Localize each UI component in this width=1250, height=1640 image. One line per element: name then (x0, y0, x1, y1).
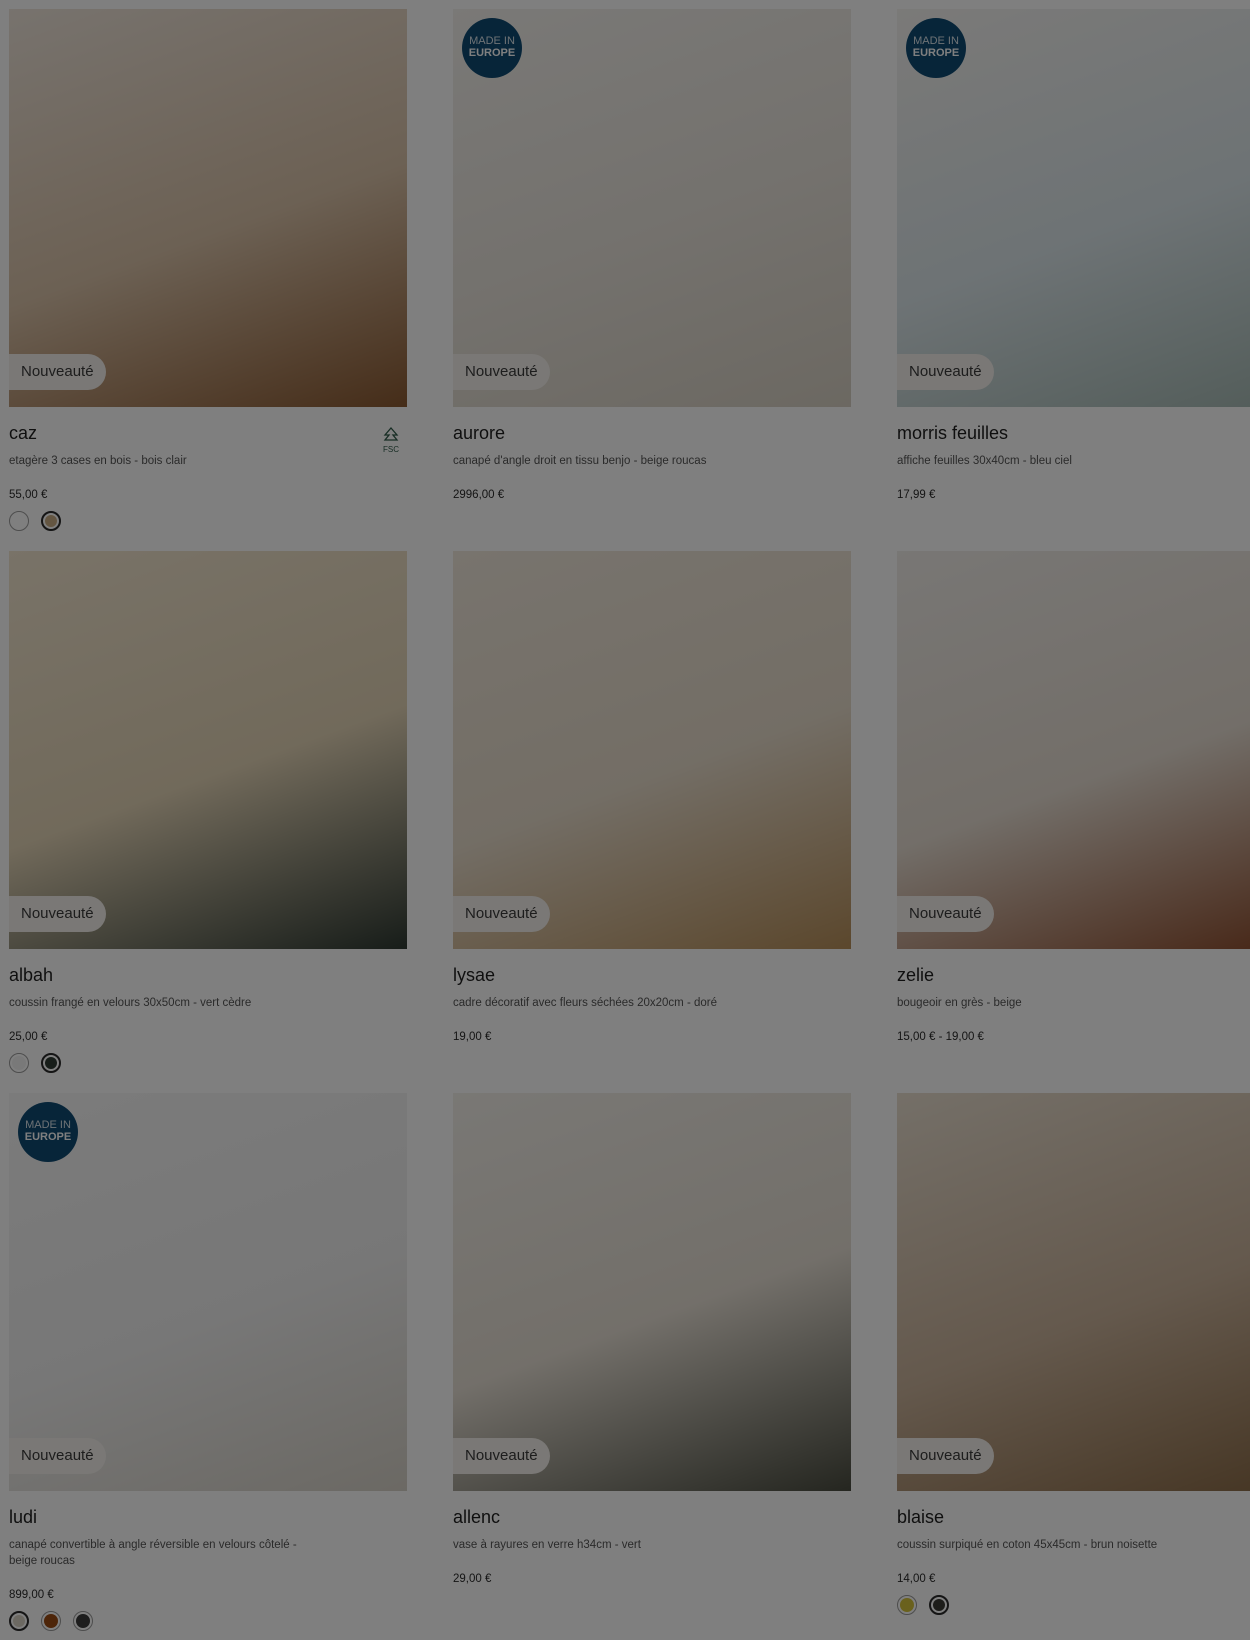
new-badge: Nouveauté (897, 354, 994, 390)
product-description: affiche feuilles 30x40cm - bleu ciel (897, 455, 1072, 467)
new-badge: Nouveauté (897, 896, 994, 932)
product-card[interactable]: Nouveauté FSC caz etagère 3 cases en bois -… (9, 9, 407, 551)
color-swatch[interactable] (9, 511, 29, 531)
new-badge: Nouveauté (453, 1438, 550, 1474)
product-description: etagère 3 cases en bois - bois clair (9, 455, 187, 467)
made-in-label: MADE IN (913, 35, 959, 47)
product-name[interactable]: ludi (9, 1507, 37, 1528)
product-price: 2996,00 € (453, 489, 505, 501)
product-name[interactable]: zelie (897, 965, 934, 986)
europe-label: EUROPE (468, 47, 516, 59)
product-name[interactable]: albah (9, 965, 53, 986)
product-description: bougeoir en grès - beige (897, 997, 1022, 1009)
product-price: 25,00 € (9, 1031, 48, 1043)
product-description: cadre décoratif avec fleurs séchées 20x2… (453, 997, 717, 1009)
product-card[interactable]: Nouveauté lysae cadre décoratif avec fleur… (453, 551, 851, 1093)
product-card[interactable]: MADE IN EUROPE Nouveauté ludi canapé convert… (9, 1093, 407, 1635)
product-card[interactable]: MADE IN EUROPE Nouveauté morris feuilles aff… (897, 9, 1250, 551)
product-image[interactable]: Nouveauté (9, 551, 407, 949)
color-swatch[interactable] (897, 1595, 917, 1615)
color-swatch[interactable] (9, 1611, 29, 1631)
made-in-europe-badge: MADE IN EUROPE (462, 18, 522, 78)
europe-label: EUROPE (24, 1131, 72, 1143)
color-swatches (9, 1611, 93, 1631)
product-card[interactable]: MADE IN EUROPE Nouveauté aurore canapé d'ang… (453, 9, 851, 551)
product-name[interactable]: caz (9, 423, 37, 444)
new-badge: Nouveauté (453, 354, 550, 390)
product-description: coussin frangé en velours 30x50cm - vert… (9, 997, 252, 1009)
product-price: 19,00 € (453, 1031, 492, 1043)
product-image[interactable]: MADE IN EUROPE Nouveauté (453, 9, 851, 407)
made-in-label: MADE IN (469, 35, 515, 47)
new-badge: Nouveauté (453, 896, 550, 932)
product-price: 899,00 € (9, 1589, 54, 1601)
color-swatches (897, 1595, 949, 1615)
europe-label: EUROPE (912, 47, 960, 59)
made-in-europe-badge: MADE IN EUROPE (18, 1102, 78, 1162)
fsc-label: FSC (383, 445, 399, 454)
product-name[interactable]: allenc (453, 1507, 500, 1528)
color-swatch[interactable] (41, 1611, 61, 1631)
product-card[interactable]: Nouveauté albah coussin frangé en velours … (9, 551, 407, 1093)
made-in-label: MADE IN (25, 1119, 71, 1131)
product-name[interactable]: aurore (453, 423, 505, 444)
product-price: 17,99 € (897, 489, 936, 501)
product-image[interactable]: MADE IN EUROPE Nouveauté (897, 9, 1250, 407)
product-card[interactable]: Nouveauté blaise coussin surpiqué en coton… (897, 1093, 1250, 1635)
color-swatch[interactable] (9, 1053, 29, 1073)
product-image[interactable]: MADE IN EUROPE Nouveauté (9, 1093, 407, 1491)
product-price: 14,00 € (897, 1573, 936, 1585)
color-swatch[interactable] (929, 1595, 949, 1615)
color-swatches (9, 511, 61, 531)
product-grid: Nouveauté FSC caz etagère 3 cases en bois -… (9, 9, 1250, 1635)
product-image[interactable]: Nouveauté (897, 551, 1250, 949)
fsc-tree-icon: FSC (379, 427, 403, 454)
product-price: 15,00 € - 19,00 € (897, 1031, 984, 1043)
product-description: canapé convertible à angle réversible en… (9, 1539, 297, 1567)
new-badge: Nouveauté (897, 1438, 994, 1474)
made-in-europe-badge: MADE IN EUROPE (906, 18, 966, 78)
product-name[interactable]: morris feuilles (897, 423, 1008, 444)
product-image[interactable]: Nouveauté (453, 1093, 851, 1491)
product-image[interactable]: Nouveauté (453, 551, 851, 949)
new-badge: Nouveauté (9, 354, 106, 390)
product-description: vase à rayures en verre h34cm - vert (453, 1539, 641, 1551)
color-swatch[interactable] (41, 511, 61, 531)
product-card[interactable]: Nouveauté allenc vase à rayures en verre h… (453, 1093, 851, 1635)
product-name[interactable]: blaise (897, 1507, 944, 1528)
product-card[interactable]: Nouveauté zelie bougeoir en grès - beige 15… (897, 551, 1250, 1093)
color-swatch[interactable] (73, 1611, 93, 1631)
product-price: 29,00 € (453, 1573, 492, 1585)
product-description: canapé d'angle droit en tissu benjo - be… (453, 455, 707, 467)
product-name[interactable]: lysae (453, 965, 495, 986)
color-swatch[interactable] (41, 1053, 61, 1073)
color-swatches (9, 1053, 61, 1073)
product-description: coussin surpiqué en coton 45x45cm - brun… (897, 1539, 1158, 1551)
new-badge: Nouveauté (9, 1438, 106, 1474)
product-image[interactable]: Nouveauté (9, 9, 407, 407)
product-image[interactable]: Nouveauté (897, 1093, 1250, 1491)
product-price: 55,00 € (9, 489, 48, 501)
new-badge: Nouveauté (9, 896, 106, 932)
